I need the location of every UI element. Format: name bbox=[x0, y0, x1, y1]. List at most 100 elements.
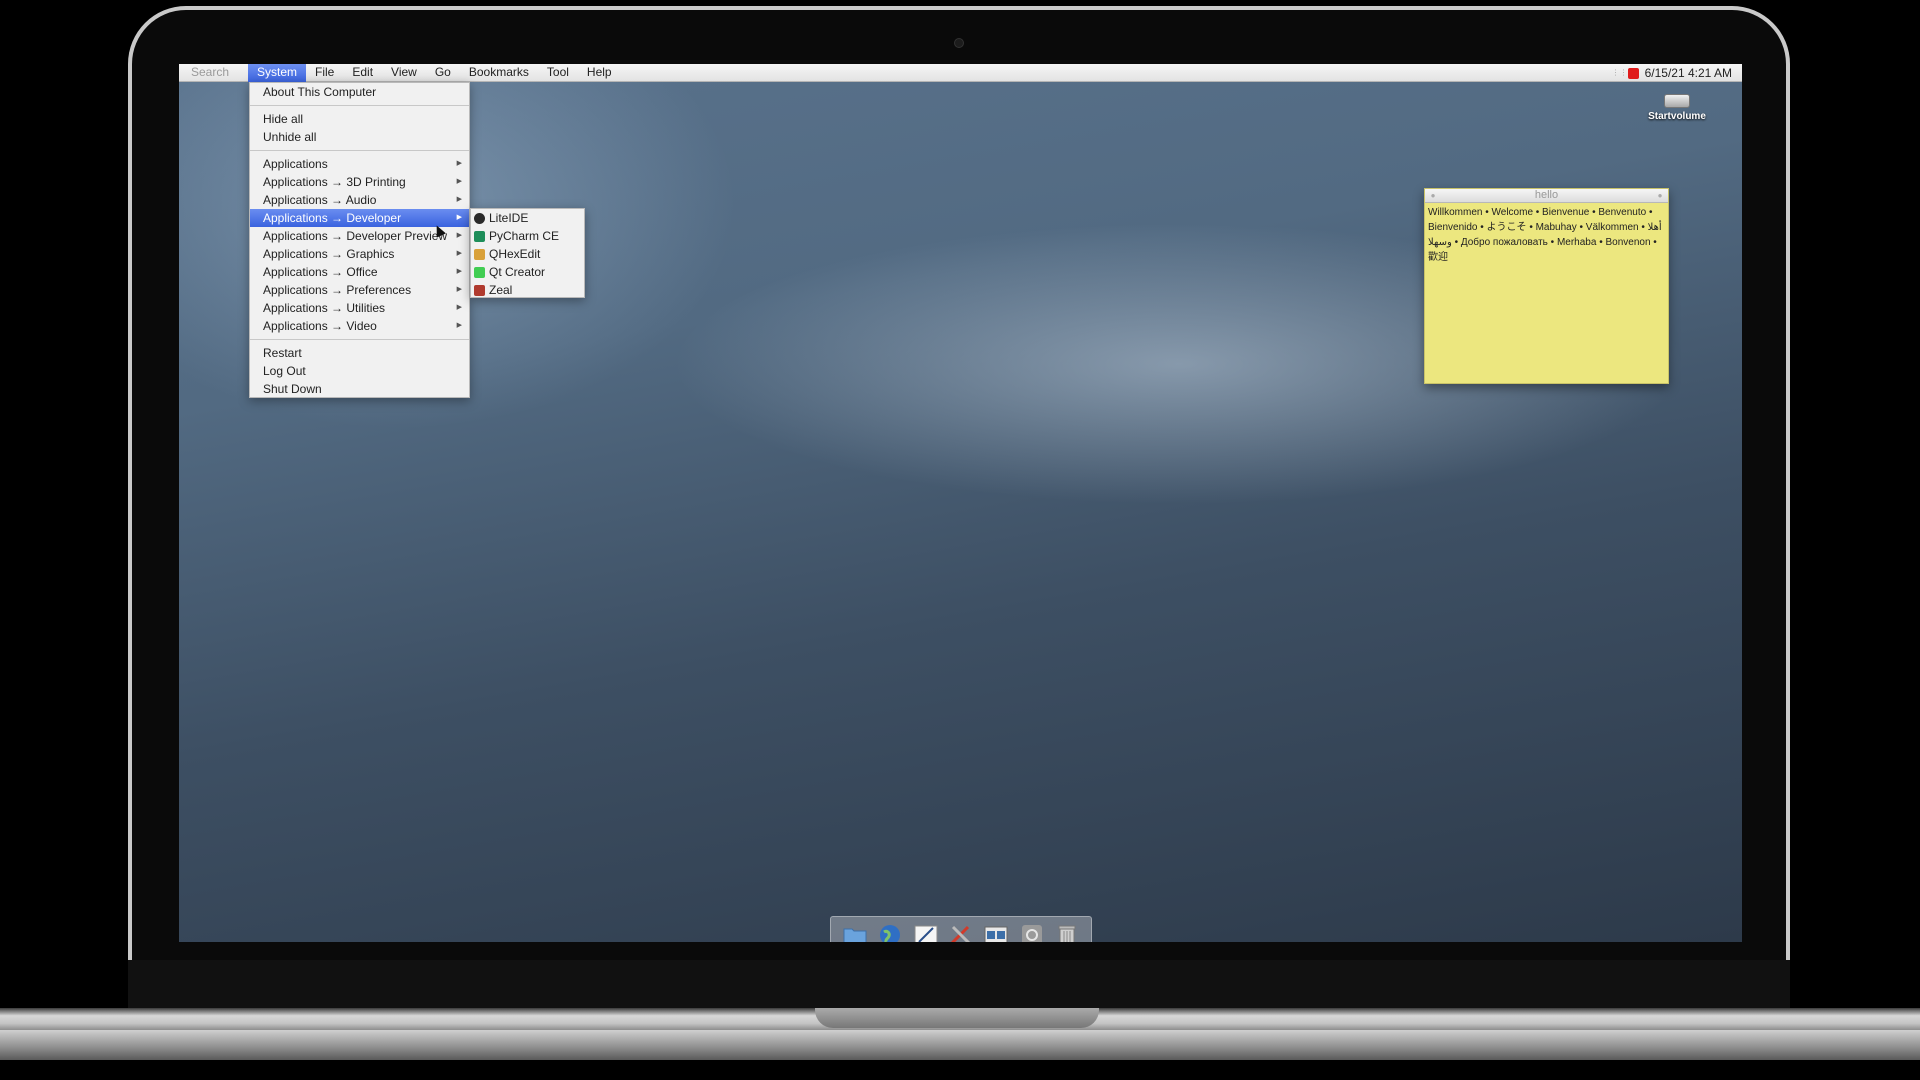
menu-item-label: Log Out bbox=[263, 364, 306, 378]
dock-item-windows[interactable] bbox=[983, 923, 1009, 942]
sticky-note-title: hello bbox=[1534, 189, 1559, 201]
dock-item-trash[interactable] bbox=[1054, 923, 1080, 942]
menu-separator bbox=[250, 339, 469, 340]
menu-system[interactable]: System bbox=[248, 64, 307, 82]
sticky-note-window[interactable]: ● hello ● Willkommen • Welcome • Bienven… bbox=[1424, 188, 1669, 384]
menu-item-label: Applications → Developer bbox=[263, 211, 402, 225]
menu-item-label: Hide all bbox=[263, 112, 304, 126]
grip-icon: ⋮⋮ bbox=[1611, 68, 1628, 77]
menu-item-hide-all[interactable]: Hide all bbox=[250, 110, 469, 128]
menu-view[interactable]: View bbox=[382, 64, 426, 82]
laptop-chin bbox=[128, 960, 1790, 1008]
hard-drive-icon bbox=[1664, 94, 1690, 108]
menu-item-label: Applications → Developer Preview bbox=[263, 229, 448, 243]
menu-item-applications-3d-printing[interactable]: Applications → 3D Printing ▶ bbox=[250, 173, 469, 191]
menu-tool[interactable]: Tool bbox=[538, 64, 578, 82]
submenu-arrow-icon: ▶ bbox=[456, 196, 462, 203]
submenu-arrow-icon: ▶ bbox=[456, 268, 462, 275]
status-tray: ⋮⋮ 6/15/21 4:21 AM bbox=[1612, 64, 1732, 82]
menu-item-label: Applications → Office bbox=[263, 265, 378, 279]
menu-item-label: Applications → Preferences bbox=[263, 283, 412, 297]
dock-item-finder[interactable] bbox=[842, 923, 868, 942]
maximize-icon[interactable]: ● bbox=[1656, 192, 1664, 200]
text-editor-icon bbox=[914, 925, 938, 942]
settings-icon bbox=[1021, 925, 1042, 942]
laptop-notch bbox=[815, 1008, 1099, 1028]
menu-item-applications-developer[interactable]: Applications → Developer ▶ bbox=[250, 209, 469, 227]
submenu-item-label: Zeal bbox=[489, 283, 513, 297]
sticky-note-titlebar[interactable]: ● hello ● bbox=[1425, 189, 1668, 203]
menubar: Search System File Edit View Go Bookmark… bbox=[179, 64, 1742, 82]
camera bbox=[954, 38, 964, 48]
menu-item-label: Unhide all bbox=[263, 130, 317, 144]
menu-item-restart[interactable]: Restart bbox=[250, 344, 469, 362]
menu-go[interactable]: Go bbox=[426, 64, 460, 82]
pycharm-icon bbox=[474, 231, 485, 242]
menu-item-label: Shut Down bbox=[263, 382, 322, 396]
submenu-arrow-icon: ▶ bbox=[456, 250, 462, 257]
submenu-item-label: QHexEdit bbox=[489, 247, 541, 261]
submenu-arrow-icon: ▶ bbox=[456, 232, 462, 239]
dock-item-text-editor[interactable] bbox=[913, 923, 939, 942]
submenu-arrow-icon: ▶ bbox=[456, 214, 462, 221]
search-field[interactable]: Search bbox=[179, 64, 247, 82]
menu-item-about[interactable]: About This Computer bbox=[250, 83, 469, 101]
developer-submenu: LiteIDE PyCharm CE QHexEdit Qt Creator Z… bbox=[470, 208, 585, 298]
trash-icon bbox=[1058, 925, 1076, 942]
desktop-icon-label: Startvolume bbox=[1648, 111, 1706, 122]
submenu-item-label: PyCharm CE bbox=[489, 229, 560, 243]
submenu-item-label: Qt Creator bbox=[489, 265, 546, 279]
submenu-arrow-icon: ▶ bbox=[456, 286, 462, 293]
menu-item-label: Applications → Utilities bbox=[263, 301, 386, 315]
dock-item-settings[interactable] bbox=[1019, 923, 1045, 942]
qt-creator-icon bbox=[474, 267, 485, 278]
status-indicator-icon[interactable] bbox=[1627, 67, 1639, 79]
menu-item-shut-down[interactable]: Shut Down bbox=[250, 380, 469, 398]
liteide-icon bbox=[474, 213, 485, 224]
folder-icon bbox=[843, 928, 867, 942]
menu-item-applications[interactable]: Applications ▶ bbox=[250, 155, 469, 173]
submenu-item-qt-creator[interactable]: Qt Creator bbox=[471, 263, 584, 281]
qhexedit-icon bbox=[474, 249, 485, 260]
menu-separator bbox=[250, 105, 469, 106]
menu-bookmarks[interactable]: Bookmarks bbox=[460, 64, 538, 82]
menu-edit[interactable]: Edit bbox=[343, 64, 382, 82]
menu-item-label: Applications → Graphics bbox=[263, 247, 395, 261]
submenu-arrow-icon: ▶ bbox=[456, 160, 462, 167]
submenu-arrow-icon: ▶ bbox=[456, 304, 462, 311]
menu-separator bbox=[250, 150, 469, 151]
menu-item-applications-utilities[interactable]: Applications → Utilities ▶ bbox=[250, 299, 469, 317]
submenu-item-label: LiteIDE bbox=[489, 211, 529, 225]
menu-help[interactable]: Help bbox=[578, 64, 621, 82]
clock[interactable]: 6/15/21 4:21 AM bbox=[1645, 65, 1732, 82]
dock-item-browser[interactable] bbox=[877, 923, 903, 942]
utilities-icon bbox=[950, 925, 971, 942]
menu-item-applications-video[interactable]: Applications → Video ▶ bbox=[250, 317, 469, 335]
menu-item-log-out[interactable]: Log Out bbox=[250, 362, 469, 380]
submenu-item-zeal[interactable]: Zeal bbox=[471, 281, 584, 299]
zeal-icon bbox=[474, 285, 485, 296]
menu-item-label: Applications bbox=[263, 157, 328, 171]
submenu-arrow-icon: ▶ bbox=[456, 178, 462, 185]
dock bbox=[830, 916, 1092, 942]
desktop-icon-startvolume[interactable]: Startvolume bbox=[1642, 94, 1712, 122]
menu-item-applications-preferences[interactable]: Applications → Preferences ▶ bbox=[250, 281, 469, 299]
dock-item-utilities[interactable] bbox=[948, 923, 974, 942]
submenu-item-qhexedit[interactable]: QHexEdit bbox=[471, 245, 584, 263]
menu-item-label: Restart bbox=[263, 346, 302, 360]
menu-item-applications-audio[interactable]: Applications → Audio ▶ bbox=[250, 191, 469, 209]
menu-item-label: Applications → 3D Printing bbox=[263, 175, 406, 189]
menu-item-applications-office[interactable]: Applications → Office ▶ bbox=[250, 263, 469, 281]
system-menu: About This Computer Hide all Unhide all … bbox=[249, 82, 470, 398]
windows-icon bbox=[984, 926, 1008, 942]
submenu-item-pycharm[interactable]: PyCharm CE bbox=[471, 227, 584, 245]
menu-titles: System File Edit View Go Bookmarks Tool … bbox=[248, 64, 621, 82]
menu-item-unhide-all[interactable]: Unhide all bbox=[250, 128, 469, 146]
menu-file[interactable]: File bbox=[306, 64, 343, 82]
menu-item-label: Applications → Video bbox=[263, 319, 377, 333]
close-icon[interactable]: ● bbox=[1429, 192, 1437, 200]
laptop-base bbox=[0, 1030, 1920, 1060]
sticky-note-text[interactable]: Willkommen • Welcome • Bienvenue • Benve… bbox=[1425, 203, 1668, 267]
submenu-item-liteide[interactable]: LiteIDE bbox=[471, 209, 584, 227]
menu-item-applications-graphics[interactable]: Applications → Graphics ▶ bbox=[250, 245, 469, 263]
